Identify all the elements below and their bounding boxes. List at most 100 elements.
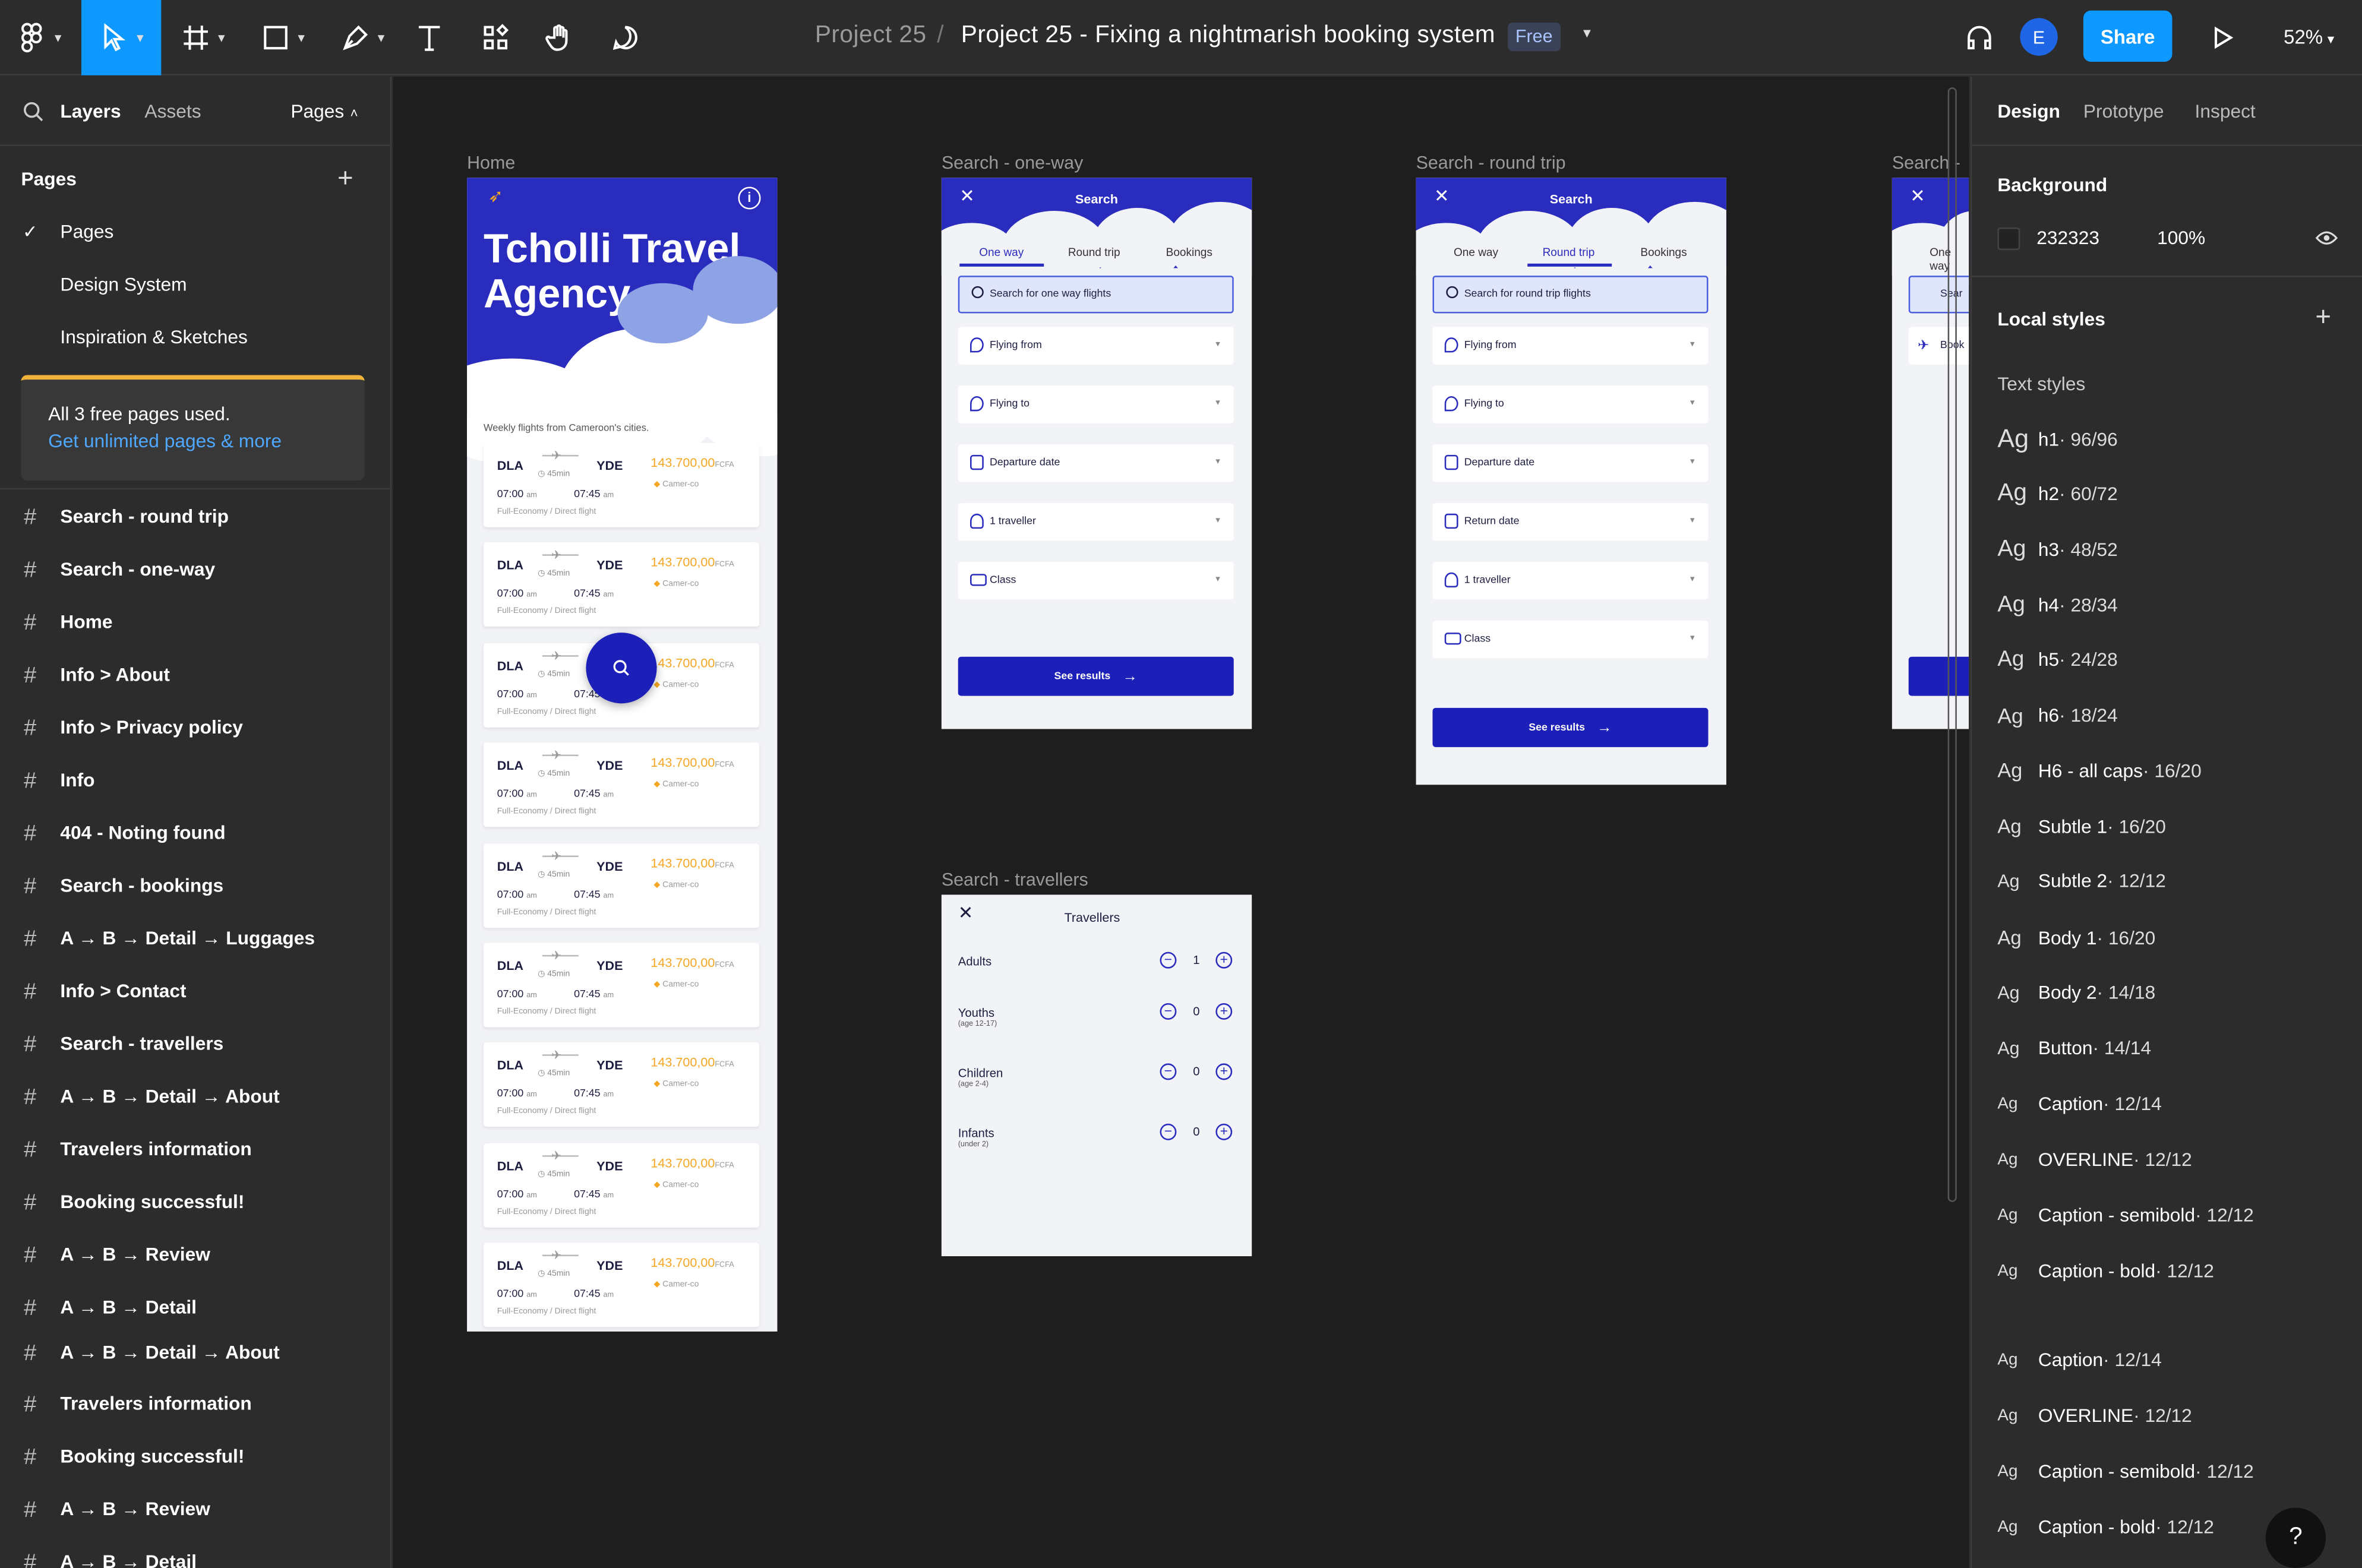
text-style-item[interactable]: Ag Caption - bold · 12/12: [1997, 1517, 2214, 1538]
search-type-box[interactable]: Search for round trip flights: [1432, 276, 1709, 314]
bookings-field[interactable]: ✈ Book: [1908, 327, 1969, 365]
pen-tool-button[interactable]: ▾: [329, 0, 396, 75]
audio-call-button[interactable]: [1958, 0, 2000, 75]
resources-button[interactable]: [470, 0, 521, 75]
frame-search-travellers[interactable]: ✕ Travellers Adults − 1 + Youths (age 12-…: [941, 894, 1252, 1257]
frame-search-partial[interactable]: ✕ One way Sear ✈ Book: [1892, 178, 1969, 729]
user-avatar[interactable]: E: [2020, 18, 2058, 56]
layer-item[interactable]: # Search - bookings: [0, 869, 390, 902]
text-style-item[interactable]: Ag Caption · 12/14: [1997, 1093, 2161, 1115]
layer-item[interactable]: # Booking successful!: [0, 1186, 390, 1219]
layer-item[interactable]: # Info > About: [0, 658, 390, 691]
hand-tool-button[interactable]: [535, 0, 586, 75]
layer-item[interactable]: #404 - Noting found: [0, 817, 390, 850]
frame-search-round-trip[interactable]: ✕ Search One way Round trip Bookings Sea…: [1416, 178, 1726, 785]
flight-card[interactable]: DLA✈◷ 45minYDE143.700,00FCFA◆ Camer-co07…: [483, 542, 759, 627]
travellers-field[interactable]: 1 traveller ▾: [1432, 561, 1709, 600]
frame-tool-button[interactable]: ▾: [169, 0, 236, 75]
frame-home[interactable]: ➶ i Tcholli Travel Agency. Weekly flight…: [467, 178, 778, 1332]
text-style-item[interactable]: Ag Caption · 12/14: [1997, 1349, 2161, 1371]
flight-card[interactable]: DLA✈◷ 45minYDE143.700,00FCFA◆ Camer-co07…: [483, 1143, 759, 1228]
frame-label-search-one-way[interactable]: Search - one-way: [942, 152, 1083, 173]
present-button[interactable]: [2202, 0, 2241, 75]
plus-icon[interactable]: +: [1215, 1123, 1233, 1140]
text-style-item[interactable]: Ag Subtle 2 · 12/12: [1997, 871, 2165, 892]
frame-label-home[interactable]: Home: [467, 152, 515, 173]
layer-item[interactable]: # Search - travellers: [0, 1028, 390, 1061]
info-icon[interactable]: i: [738, 186, 761, 210]
layer-item[interactable]: # Home: [0, 605, 390, 638]
flying-to-field[interactable]: Flying to ▾: [1432, 385, 1709, 423]
minus-icon[interactable]: −: [1160, 1003, 1177, 1020]
layer-item[interactable]: # Booking successful!: [0, 1440, 390, 1473]
text-style-item[interactable]: Ag H6 - all caps · 16/20: [1997, 759, 2201, 782]
layer-item[interactable]: # Travelers information: [0, 1387, 390, 1421]
layer-item[interactable]: # A → B → Review: [0, 1238, 390, 1272]
travellers-field[interactable]: 1 traveller ▾: [958, 503, 1234, 541]
tab-round-trip[interactable]: Round trip: [1068, 245, 1120, 259]
text-style-item[interactable]: Ag Body 2 · 14/18: [1997, 982, 2155, 1003]
text-style-item[interactable]: Ag h3 · 48/52: [1997, 536, 2117, 564]
zoom-level[interactable]: 52% ▾: [2284, 26, 2334, 48]
upgrade-link[interactable]: Get unlimited pages & more: [48, 431, 282, 452]
background-hex[interactable]: 232323: [2036, 227, 2099, 249]
flight-card[interactable]: DLA✈◷ 45minYDE143.700,00FCFA◆ Camer-co07…: [483, 1243, 759, 1327]
frame-label-search-round-trip[interactable]: Search - round trip: [1416, 152, 1566, 173]
layer-item[interactable]: # Search - round trip: [0, 500, 390, 533]
text-style-item[interactable]: Ag Caption - semibold · 12/12: [1997, 1461, 2253, 1482]
layer-item[interactable]: # A → B → Detail → Luggages: [0, 922, 390, 955]
flying-from-field[interactable]: Flying from ▾: [958, 327, 1234, 365]
flight-card[interactable]: DLA✈◷ 45minYDE143.700,00FCFA◆ Camer-co07…: [483, 943, 759, 1028]
frame-search-one-way[interactable]: ✕ Search One way Round trip Bookings Sea…: [941, 178, 1252, 729]
eye-icon[interactable]: [2315, 229, 2338, 246]
minus-icon[interactable]: −: [1160, 1063, 1177, 1080]
add-style-icon[interactable]: +: [2315, 301, 2331, 333]
text-style-item[interactable]: Ag h2 · 60/72: [1997, 480, 2117, 508]
flying-to-field[interactable]: Flying to ▾: [958, 385, 1234, 423]
close-icon[interactable]: ✕: [1910, 185, 1925, 207]
flight-card[interactable]: DLA✈◷ 45minYDE143.700,00FCFA◆ Camer-co07…: [483, 742, 759, 827]
minus-icon[interactable]: −: [1160, 951, 1177, 969]
pages-toggle[interactable]: Pages ˄: [290, 101, 358, 122]
tab-inspect[interactable]: Inspect: [2195, 101, 2256, 122]
text-style-item[interactable]: Ag h4 · 28/34: [1997, 592, 2117, 618]
add-page-icon[interactable]: +: [337, 163, 353, 194]
page-item-pages[interactable]: Pages: [60, 222, 113, 243]
text-style-item[interactable]: Ag OVERLINE · 12/12: [1997, 1149, 2192, 1171]
flight-card[interactable]: DLA✈◷ 45minYDE143.700,00FCFA◆ Camer-co07…: [483, 1042, 759, 1127]
canvas[interactable]: Home Search - one-way Search - round tri…: [393, 77, 1969, 1568]
background-swatch[interactable]: [1997, 227, 2020, 250]
layer-item[interactable]: # Info > Contact: [0, 975, 390, 1008]
plus-icon[interactable]: +: [1215, 1003, 1233, 1020]
text-style-item[interactable]: Ag h6 · 18/24: [1997, 703, 2117, 728]
departure-date-field[interactable]: Departure date ▾: [958, 444, 1234, 482]
text-style-item[interactable]: Ag Caption - semibold · 12/12: [1997, 1205, 2253, 1226]
layer-item[interactable]: # A → B → Detail → About: [0, 1336, 390, 1369]
tab-one-way[interactable]: One way: [979, 245, 1024, 259]
text-style-item[interactable]: Ag OVERLINE · 12/12: [1997, 1405, 2192, 1427]
project-breadcrumb[interactable]: Project 25: [815, 23, 927, 50]
tab-bookings[interactable]: Bookings: [1640, 245, 1687, 259]
text-style-item[interactable]: Ag h5 · 24/28: [1997, 647, 2117, 672]
page-item-design-system[interactable]: Design System: [60, 274, 187, 296]
class-field[interactable]: Class ▾: [1432, 620, 1709, 659]
text-tool-button[interactable]: [404, 0, 455, 75]
flight-card[interactable]: DLA✈◷ 45minYDE143.700,00FCFA◆ Camer-co07…: [483, 843, 759, 928]
text-style-item[interactable]: Ag Subtle 1 · 16/20: [1997, 815, 2165, 837]
class-field[interactable]: Class ▾: [958, 561, 1234, 600]
layer-item[interactable]: # Search - one-way: [0, 553, 390, 586]
share-button[interactable]: Share: [2083, 10, 2172, 62]
text-style-item[interactable]: Ag Caption - bold · 12/12: [1997, 1261, 2214, 1282]
layer-item[interactable]: # A → B → Review: [0, 1493, 390, 1526]
shape-tool-button[interactable]: ▾: [248, 0, 316, 75]
search-fab[interactable]: [586, 633, 657, 704]
search-type-box[interactable]: Search for one way flights: [958, 276, 1234, 314]
tab-one-way[interactable]: One way: [1454, 245, 1498, 259]
file-menu-chevron-icon[interactable]: ▾: [1583, 26, 1591, 42]
layer-item[interactable]: # A → B → Detail: [0, 1291, 390, 1324]
departure-date-field[interactable]: Departure date ▾: [1432, 444, 1709, 482]
canvas-scrollbar[interactable]: [1947, 87, 1957, 1202]
text-style-item[interactable]: Ag h1 · 96/96: [1997, 425, 2117, 455]
tab-design[interactable]: Design: [1997, 101, 2060, 122]
layer-item[interactable]: # Info > Privacy policy: [0, 711, 390, 744]
